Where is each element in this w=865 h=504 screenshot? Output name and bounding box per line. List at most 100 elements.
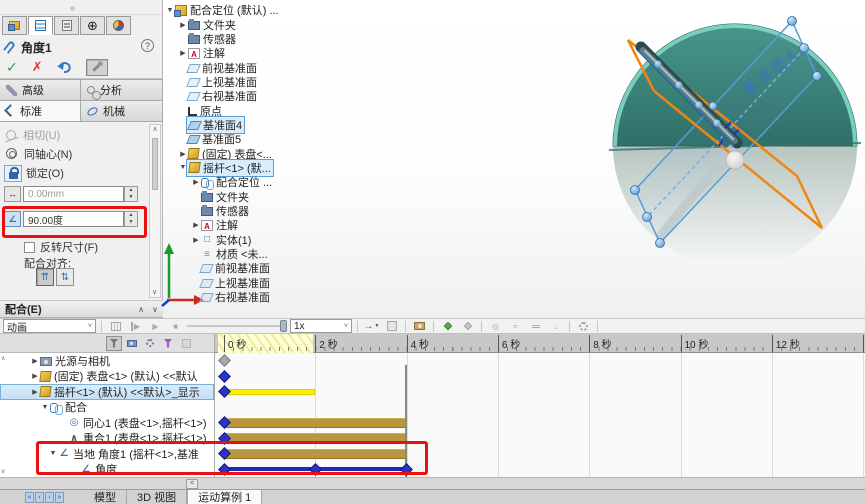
angle-mate-button[interactable]: ∠ bbox=[4, 211, 21, 227]
collapse-arrow-icon[interactable]: ▶ bbox=[178, 49, 188, 57]
motion-tree-row[interactable]: ▶ 摇杆<1> (默认) <<默认>_显示 bbox=[0, 384, 214, 400]
gravity-button[interactable]: ↓ bbox=[547, 319, 564, 333]
collapse-arrow-icon[interactable]: ▶ bbox=[30, 357, 40, 365]
motor-button[interactable]: ◎ bbox=[487, 319, 504, 333]
timeline-lane[interactable] bbox=[215, 400, 865, 416]
tree-item[interactable]: 基准面5 bbox=[165, 132, 340, 146]
mate-change-bar[interactable] bbox=[224, 448, 407, 459]
tree-item[interactable]: 右视基准面 bbox=[165, 89, 340, 103]
tree-item[interactable]: ▶ 配合定位 ... bbox=[165, 175, 340, 190]
timeline-position-slider[interactable] bbox=[187, 319, 287, 333]
timeline-hscrollbar[interactable]: < bbox=[0, 477, 865, 489]
timeline-lane[interactable] bbox=[215, 369, 865, 385]
drive-bar[interactable] bbox=[224, 388, 315, 395]
panel-grip[interactable] bbox=[0, 0, 162, 15]
tree-scroll-up-icon[interactable]: ∧ bbox=[1, 355, 5, 362]
calculate-button[interactable] bbox=[107, 319, 124, 333]
lock-mate-button[interactable] bbox=[4, 165, 22, 182]
study-type-select[interactable]: 动画 ˅ bbox=[3, 319, 96, 334]
keep-visible-pin-button[interactable] bbox=[85, 58, 108, 76]
collapse-arrow-icon[interactable]: ▶ bbox=[191, 178, 201, 186]
mate-item[interactable]: 同轴心(N) bbox=[6, 146, 72, 161]
play-button[interactable]: ▶ bbox=[147, 319, 164, 333]
filter-driving-button[interactable] bbox=[142, 336, 158, 351]
collapse-up-icon[interactable]: ∧ bbox=[138, 305, 144, 314]
scroll-left-button[interactable]: < bbox=[186, 479, 198, 489]
filter-none-button[interactable] bbox=[106, 335, 122, 351]
category-tab-1[interactable]: 高级 bbox=[0, 79, 81, 101]
scroll-thumb[interactable] bbox=[152, 138, 158, 190]
tree-item[interactable]: 右视基准面 bbox=[165, 290, 340, 304]
scroll-up-icon[interactable]: ∧ bbox=[152, 126, 157, 133]
tree-item[interactable]: ▶ □ 实体(1) bbox=[165, 233, 340, 247]
motion-tree-row[interactable]: ∠ 角度 bbox=[0, 462, 214, 478]
motion-tree-row[interactable]: ▼ 配合 bbox=[0, 400, 214, 416]
keypoint[interactable] bbox=[217, 385, 231, 399]
category-tab-4[interactable]: 机械 bbox=[80, 100, 163, 122]
tree-item[interactable]: 基准面4 bbox=[165, 115, 340, 134]
playback-mode-button[interactable]: → ▼ bbox=[363, 319, 380, 333]
timeline-area[interactable]: 0 秒2 秒4 秒6 秒8 秒10 秒12 秒14 秒 bbox=[215, 334, 865, 477]
mates-group-header[interactable]: 配合(E) ∧ ∨ bbox=[0, 300, 163, 318]
keypoint[interactable] bbox=[217, 462, 231, 476]
mate-change-bar[interactable] bbox=[224, 417, 407, 428]
nav-next-button[interactable]: › bbox=[45, 491, 54, 503]
add-key-button[interactable] bbox=[459, 319, 476, 333]
distance-input[interactable]: 0.00mm bbox=[23, 186, 124, 202]
keypoint-gray[interactable] bbox=[217, 354, 231, 368]
model-3d-view[interactable]: 基准面4 bbox=[595, 0, 865, 272]
mate-change-bar[interactable] bbox=[224, 433, 407, 443]
tab-feature-manager[interactable] bbox=[2, 16, 27, 35]
filter-selected-button[interactable] bbox=[160, 336, 176, 351]
keypoint[interactable] bbox=[308, 462, 322, 476]
slider-handle[interactable] bbox=[280, 320, 287, 332]
expand-arrow-icon[interactable]: ▼ bbox=[40, 404, 50, 411]
motion-tree-row[interactable]: ▶ (固定) 表盘<1> (默认) <<默认 bbox=[0, 369, 214, 385]
flip-dimension-checkbox[interactable] bbox=[24, 241, 35, 253]
tab-property-manager[interactable] bbox=[28, 16, 53, 35]
collapse-arrow-icon[interactable]: ▶ bbox=[30, 372, 40, 380]
motion-tree-row[interactable]: ◎ 同心1 (表盘<1>,摇杆<1>) bbox=[0, 415, 214, 431]
collapse-arrow-icon[interactable]: ▶ bbox=[191, 236, 201, 244]
tree-item[interactable]: 文件夹 bbox=[165, 189, 340, 204]
tree-item[interactable]: 传感器 bbox=[165, 204, 340, 218]
document-tab-2[interactable]: 3D 视图 bbox=[127, 490, 188, 504]
angle-input[interactable]: 90.00度 bbox=[23, 211, 124, 227]
scroll-down-icon[interactable]: ∨ bbox=[152, 288, 157, 296]
tree-item[interactable]: ▶ 文件夹 bbox=[165, 17, 340, 32]
nav-first-button[interactable]: « bbox=[25, 491, 34, 503]
document-tab-3[interactable]: 运动算例 1 bbox=[187, 490, 263, 504]
distance-mate-button[interactable]: ↔ bbox=[4, 186, 21, 202]
collapse-arrow-icon[interactable]: ▶ bbox=[178, 21, 188, 29]
tree-item[interactable]: 上视基准面 bbox=[165, 75, 340, 89]
timeline-lane[interactable] bbox=[215, 462, 865, 478]
timeline-ruler[interactable]: 0 秒2 秒4 秒6 秒8 秒10 秒12 秒14 秒 bbox=[215, 334, 865, 353]
spring-button[interactable]: ≈ bbox=[507, 319, 524, 333]
category-tab-2[interactable]: 分析 bbox=[80, 79, 163, 101]
expand-arrow-icon[interactable]: ▼ bbox=[48, 450, 58, 457]
tree-scroll-down-icon[interactable]: ∨ bbox=[1, 468, 5, 475]
timeline-lanes[interactable] bbox=[215, 353, 865, 477]
tree-item[interactable]: ≡ 材质 <未... bbox=[165, 247, 340, 262]
playback-speed-select[interactable]: 1x ˅ bbox=[290, 319, 352, 333]
tree-item[interactable]: ▶ A 注解 bbox=[165, 218, 340, 232]
distance-spinner[interactable]: ▲ ▼ bbox=[124, 186, 138, 202]
simulation-setup-button[interactable] bbox=[575, 319, 592, 333]
tree-item[interactable]: ▼ 配合定位 (默认) ... bbox=[165, 3, 340, 17]
tree-item[interactable]: 前视基准面 bbox=[165, 60, 340, 75]
keypoint[interactable] bbox=[217, 369, 231, 383]
angle-spinner[interactable]: ▲ ▼ bbox=[124, 211, 138, 227]
timeline-lane[interactable] bbox=[215, 446, 865, 462]
anti-aligned-button[interactable]: ⇅ bbox=[56, 268, 74, 286]
tree-item[interactable]: 上视基准面 bbox=[165, 276, 340, 290]
tab-dimxpert[interactable]: ⊕ bbox=[80, 16, 105, 35]
stop-button[interactable]: ■ bbox=[167, 319, 184, 333]
play-from-start-button[interactable]: ▶ bbox=[127, 319, 144, 333]
aligned-button[interactable]: ⇈ bbox=[36, 268, 54, 286]
filter-results-button[interactable] bbox=[178, 336, 194, 351]
help-icon[interactable]: ? bbox=[141, 39, 154, 52]
category-tab-3[interactable]: 标准 bbox=[0, 100, 81, 122]
nav-prev-button[interactable]: ‹ bbox=[35, 491, 44, 503]
tab-display-manager[interactable] bbox=[106, 16, 131, 35]
motion-tree-row[interactable]: ▼ ∠ 当地 角度1 (摇杆<1>,基准 bbox=[0, 446, 214, 462]
